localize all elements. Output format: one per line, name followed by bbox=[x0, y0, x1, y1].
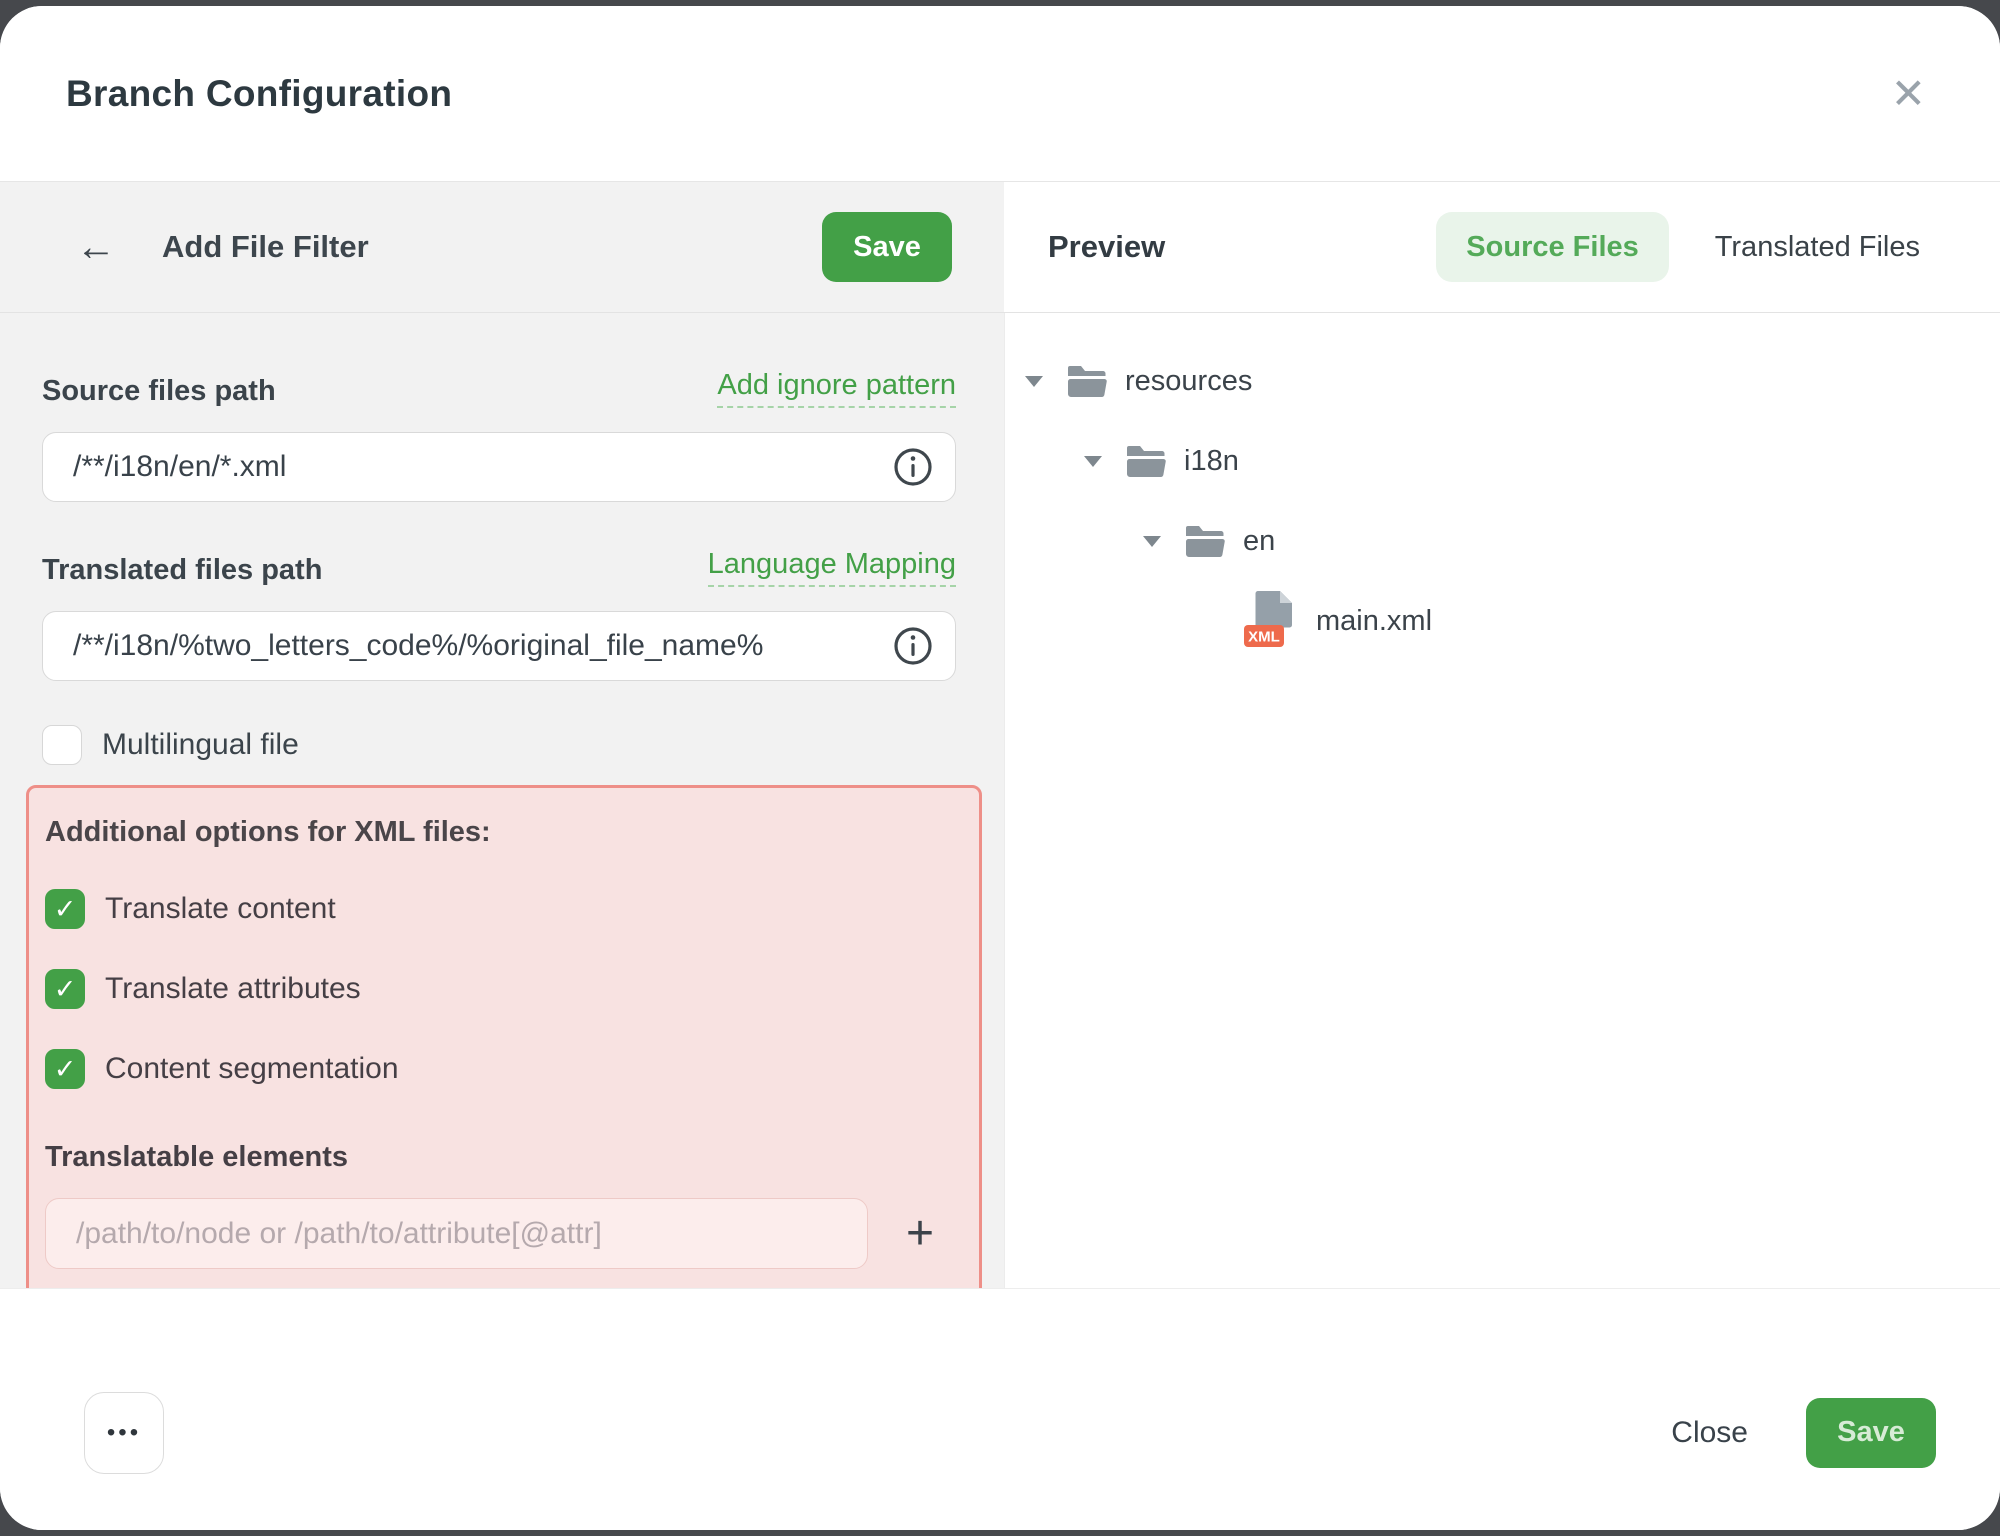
screen-backdrop: Branch Configuration ✕ ← Add File Filter… bbox=[0, 0, 2000, 1536]
translated-path-input-wrap bbox=[42, 611, 956, 681]
caret-down-icon[interactable] bbox=[1143, 536, 1161, 547]
xml-file-icon: XML bbox=[1244, 591, 1298, 651]
folder-icon bbox=[1185, 525, 1225, 558]
plus-icon: + bbox=[906, 1210, 934, 1258]
tree-label: resources bbox=[1125, 365, 1252, 398]
file-filter-form: Source files path Add ignore pattern Tra… bbox=[0, 313, 1004, 1288]
add-ignore-pattern-link[interactable]: Add ignore pattern bbox=[717, 369, 956, 408]
translate-content-label: Translate content bbox=[105, 892, 336, 926]
xml-badge-text: XML bbox=[1248, 629, 1280, 646]
check-icon: ✓ bbox=[54, 1056, 77, 1083]
translatable-elements-label: Translatable elements bbox=[45, 1141, 963, 1174]
tree-label: i18n bbox=[1184, 445, 1239, 478]
content-segmentation-label: Content segmentation bbox=[105, 1052, 399, 1086]
file-filter-title: Add File Filter bbox=[162, 229, 369, 265]
tab-translated-files[interactable]: Translated Files bbox=[1715, 231, 1920, 264]
add-translatable-element-button[interactable]: + bbox=[890, 1204, 950, 1264]
modal-title: Branch Configuration bbox=[66, 73, 452, 115]
check-icon: ✓ bbox=[54, 976, 77, 1003]
translated-path-label-row: Translated files path Language Mapping bbox=[42, 548, 956, 587]
tree-row-resources[interactable]: resources bbox=[1025, 341, 2000, 421]
multilingual-checkbox[interactable]: ✓ bbox=[42, 725, 82, 765]
modal-footer: ••• Close Save bbox=[0, 1288, 2000, 1530]
folder-icon bbox=[1126, 445, 1166, 478]
close-button[interactable]: Close bbox=[1671, 1416, 1748, 1450]
tree-label: main.xml bbox=[1316, 605, 1432, 638]
multilingual-row: ✓ Multilingual file bbox=[42, 725, 956, 765]
footer-save-button[interactable]: Save bbox=[1806, 1398, 1936, 1468]
close-icon[interactable]: ✕ bbox=[1891, 73, 1926, 115]
source-path-input[interactable] bbox=[73, 450, 893, 484]
tree-row-main-xml[interactable]: XML main.xml bbox=[1025, 581, 2000, 661]
folder-icon bbox=[1067, 365, 1107, 398]
caret-down-icon[interactable] bbox=[1025, 376, 1043, 387]
preview-title: Preview bbox=[1048, 229, 1165, 265]
filter-save-button[interactable]: Save bbox=[822, 212, 952, 282]
header-row: ← Add File Filter Save Preview Source Fi… bbox=[0, 182, 2000, 313]
more-options-button[interactable]: ••• bbox=[84, 1392, 164, 1474]
language-mapping-link[interactable]: Language Mapping bbox=[708, 548, 956, 587]
more-dots-icon: ••• bbox=[107, 1419, 141, 1447]
content-segmentation-row: ✓ Content segmentation bbox=[45, 1049, 963, 1089]
branch-configuration-modal: Branch Configuration ✕ ← Add File Filter… bbox=[0, 6, 2000, 1530]
translate-attributes-label: Translate attributes bbox=[105, 972, 361, 1006]
source-path-label: Source files path bbox=[42, 375, 276, 408]
tree-row-en[interactable]: en bbox=[1025, 501, 2000, 581]
info-icon[interactable] bbox=[893, 626, 933, 666]
content-segmentation-checkbox[interactable]: ✓ bbox=[45, 1049, 85, 1089]
translated-path-label: Translated files path bbox=[42, 554, 322, 587]
preview-header: Preview Source Files Translated Files bbox=[1004, 182, 2000, 312]
tree-label: en bbox=[1243, 525, 1275, 558]
source-path-input-wrap bbox=[42, 432, 956, 502]
multilingual-label: Multilingual file bbox=[102, 728, 299, 762]
check-icon: ✓ bbox=[54, 896, 77, 923]
translate-attributes-row: ✓ Translate attributes bbox=[45, 969, 963, 1009]
info-icon[interactable] bbox=[893, 447, 933, 487]
preview-tabs: Source Files Translated Files bbox=[1436, 212, 1920, 282]
translate-content-row: ✓ Translate content bbox=[45, 889, 963, 929]
file-tree-preview: resources i18n en bbox=[1004, 313, 2000, 1288]
translate-content-checkbox[interactable]: ✓ bbox=[45, 889, 85, 929]
xml-options-box: Additional options for XML files: ✓ Tran… bbox=[26, 785, 982, 1306]
content-row: Source files path Add ignore pattern Tra… bbox=[0, 313, 2000, 1288]
translatable-elements-row: + bbox=[45, 1198, 963, 1269]
file-filter-header: ← Add File Filter Save bbox=[0, 182, 1004, 312]
translated-path-input[interactable] bbox=[73, 629, 893, 663]
translate-attributes-checkbox[interactable]: ✓ bbox=[45, 969, 85, 1009]
modal-titlebar: Branch Configuration ✕ bbox=[0, 6, 2000, 182]
source-path-label-row: Source files path Add ignore pattern bbox=[42, 369, 956, 408]
tab-source-files[interactable]: Source Files bbox=[1436, 212, 1668, 282]
tree-row-i18n[interactable]: i18n bbox=[1025, 421, 2000, 501]
caret-down-icon[interactable] bbox=[1084, 456, 1102, 467]
translatable-elements-input[interactable] bbox=[45, 1198, 868, 1269]
back-arrow-icon[interactable]: ← bbox=[76, 227, 116, 267]
xml-options-title: Additional options for XML files: bbox=[45, 816, 963, 849]
